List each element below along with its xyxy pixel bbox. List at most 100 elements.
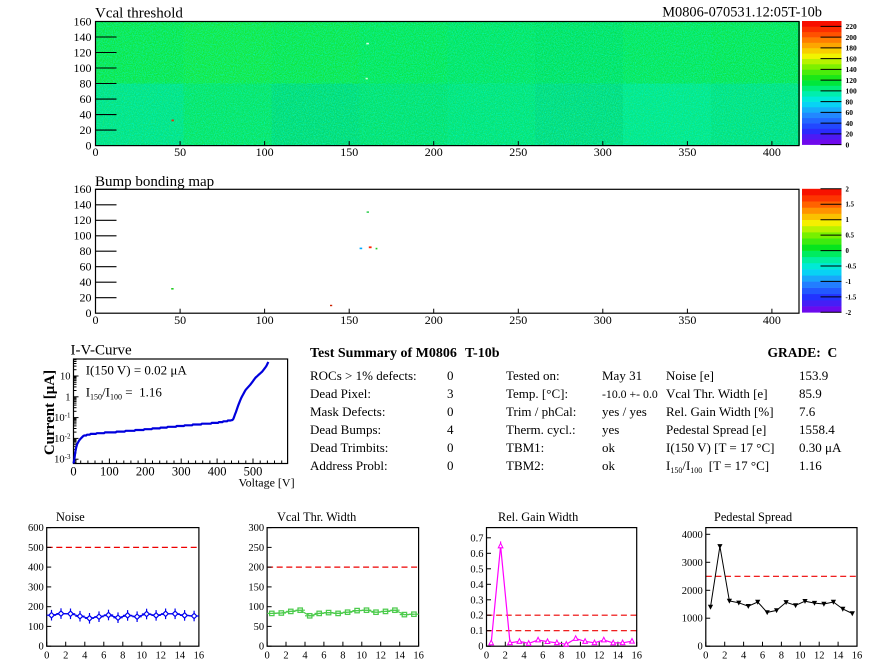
svg-text:40: 40 [846, 119, 854, 128]
svg-text:-10.0 +- 0.0: -10.0 +- 0.0 [602, 387, 658, 401]
svg-text:400: 400 [763, 145, 781, 159]
svg-text:0: 0 [447, 458, 454, 473]
svg-text:0: 0 [698, 642, 703, 653]
svg-text:16: 16 [852, 651, 863, 662]
svg-text:1558.4: 1558.4 [799, 422, 835, 437]
svg-text:16: 16 [194, 651, 205, 662]
svg-text:ROCs > 1% defects:: ROCs > 1% defects: [310, 368, 417, 383]
svg-text:1.16: 1.16 [799, 458, 822, 473]
svg-text:350: 350 [678, 313, 696, 327]
svg-text:20: 20 [80, 123, 92, 137]
svg-text:10: 10 [357, 651, 368, 662]
svg-text:12: 12 [594, 651, 605, 662]
svg-text:400: 400 [28, 563, 44, 574]
svg-text:0.30 μA: 0.30 μA [799, 440, 842, 455]
svg-text:100: 100 [74, 61, 92, 75]
svg-text:6: 6 [760, 651, 765, 662]
svg-text:200: 200 [846, 33, 858, 42]
svg-text:2: 2 [63, 651, 68, 662]
svg-text:3: 3 [447, 386, 454, 401]
svg-text:6: 6 [321, 651, 326, 662]
svg-text:TBM2:: TBM2: [506, 458, 544, 473]
svg-text:600: 600 [28, 523, 44, 534]
svg-text:0: 0 [93, 313, 99, 327]
svg-text:Dead Trimbits:: Dead Trimbits: [310, 440, 388, 455]
svg-text:60: 60 [80, 260, 92, 274]
svg-text:-1: -1 [846, 279, 852, 286]
svg-text:ok: ok [602, 440, 616, 455]
svg-text:0: 0 [484, 651, 489, 662]
svg-text:100: 100 [28, 622, 44, 633]
svg-text:10: 10 [60, 372, 71, 383]
svg-text:200: 200 [248, 563, 264, 574]
svg-text:Pedestal Spread [e]: Pedestal Spread [e] [666, 422, 766, 437]
svg-text:0: 0 [447, 404, 454, 419]
svg-text:1: 1 [65, 392, 70, 403]
svg-text:85.9: 85.9 [799, 386, 822, 401]
svg-text:I150/I100 [T = 17 °C]: I150/I100 [T = 17 °C] [666, 458, 769, 475]
svg-text:May 31: May 31 [602, 368, 642, 383]
svg-text:1: 1 [846, 217, 850, 224]
svg-text:-0.5: -0.5 [846, 264, 857, 271]
svg-text:6: 6 [540, 651, 545, 662]
svg-text:100: 100 [846, 87, 858, 96]
svg-text:0: 0 [478, 642, 483, 653]
svg-text:I(150 V) [T = 17 °C]: I(150 V) [T = 17 °C] [666, 440, 774, 455]
svg-text:0.6: 0.6 [470, 549, 483, 560]
svg-text:40: 40 [80, 275, 92, 289]
svg-text:350: 350 [678, 145, 696, 159]
svg-text:8: 8 [779, 651, 784, 662]
svg-text:140: 140 [74, 198, 92, 212]
svg-text:180: 180 [846, 44, 858, 53]
svg-text:Vcal Thr. Width [e]: Vcal Thr. Width [e] [666, 386, 768, 401]
svg-text:Noise [e]: Noise [e] [666, 368, 714, 383]
svg-text:60: 60 [846, 108, 854, 117]
svg-text:0.4: 0.4 [470, 580, 484, 591]
svg-text:Therm. cycl.:: Therm. cycl.: [506, 422, 576, 437]
svg-text:0.5: 0.5 [470, 564, 483, 575]
svg-text:250: 250 [509, 145, 527, 159]
svg-text:yes / yes: yes / yes [602, 404, 647, 419]
svg-text:200: 200 [136, 465, 155, 479]
svg-text:4: 4 [447, 422, 454, 437]
svg-text:Test Summary of M0806: Test Summary of M0806 [310, 346, 457, 361]
svg-text:Voltage [V]: Voltage [V] [238, 476, 294, 490]
svg-text:40: 40 [80, 107, 92, 121]
svg-text:2: 2 [503, 651, 508, 662]
svg-text:0: 0 [38, 642, 43, 653]
svg-text:300: 300 [28, 582, 44, 593]
svg-text:20: 20 [80, 291, 92, 305]
svg-text:12: 12 [375, 651, 386, 662]
svg-text:80: 80 [846, 97, 854, 106]
svg-text:Mask Defects:: Mask Defects: [310, 404, 385, 419]
svg-text:0: 0 [86, 306, 92, 320]
svg-text:200: 200 [425, 145, 443, 159]
svg-text:M0806-070531.12:05T-10b: M0806-070531.12:05T-10b [662, 4, 822, 20]
svg-text:160: 160 [846, 54, 858, 63]
svg-text:GRADE: C: GRADE: C [768, 345, 838, 360]
svg-text:Vcal threshold: Vcal threshold [95, 6, 183, 22]
svg-text:100: 100 [100, 465, 119, 479]
svg-text:0: 0 [846, 140, 850, 149]
svg-text:1.5: 1.5 [846, 202, 855, 209]
svg-text:50: 50 [174, 313, 186, 327]
svg-text:120: 120 [846, 76, 858, 85]
svg-text:0: 0 [86, 138, 92, 152]
svg-text:20: 20 [846, 130, 854, 139]
svg-text:4: 4 [302, 651, 308, 662]
svg-text:12: 12 [156, 651, 167, 662]
svg-text:0: 0 [703, 651, 708, 662]
svg-text:16: 16 [413, 651, 424, 662]
svg-text:300: 300 [594, 313, 612, 327]
svg-text:10: 10 [575, 651, 586, 662]
svg-text:yes: yes [602, 422, 619, 437]
svg-text:4: 4 [82, 651, 88, 662]
svg-text:-2: -2 [846, 310, 852, 317]
svg-text:250: 250 [509, 313, 527, 327]
svg-text:60: 60 [80, 92, 92, 106]
svg-text:140: 140 [846, 65, 858, 74]
svg-text:TBM1:: TBM1: [506, 440, 544, 455]
svg-text:14: 14 [175, 651, 186, 662]
svg-text:8: 8 [120, 651, 125, 662]
svg-text:12: 12 [814, 651, 825, 662]
